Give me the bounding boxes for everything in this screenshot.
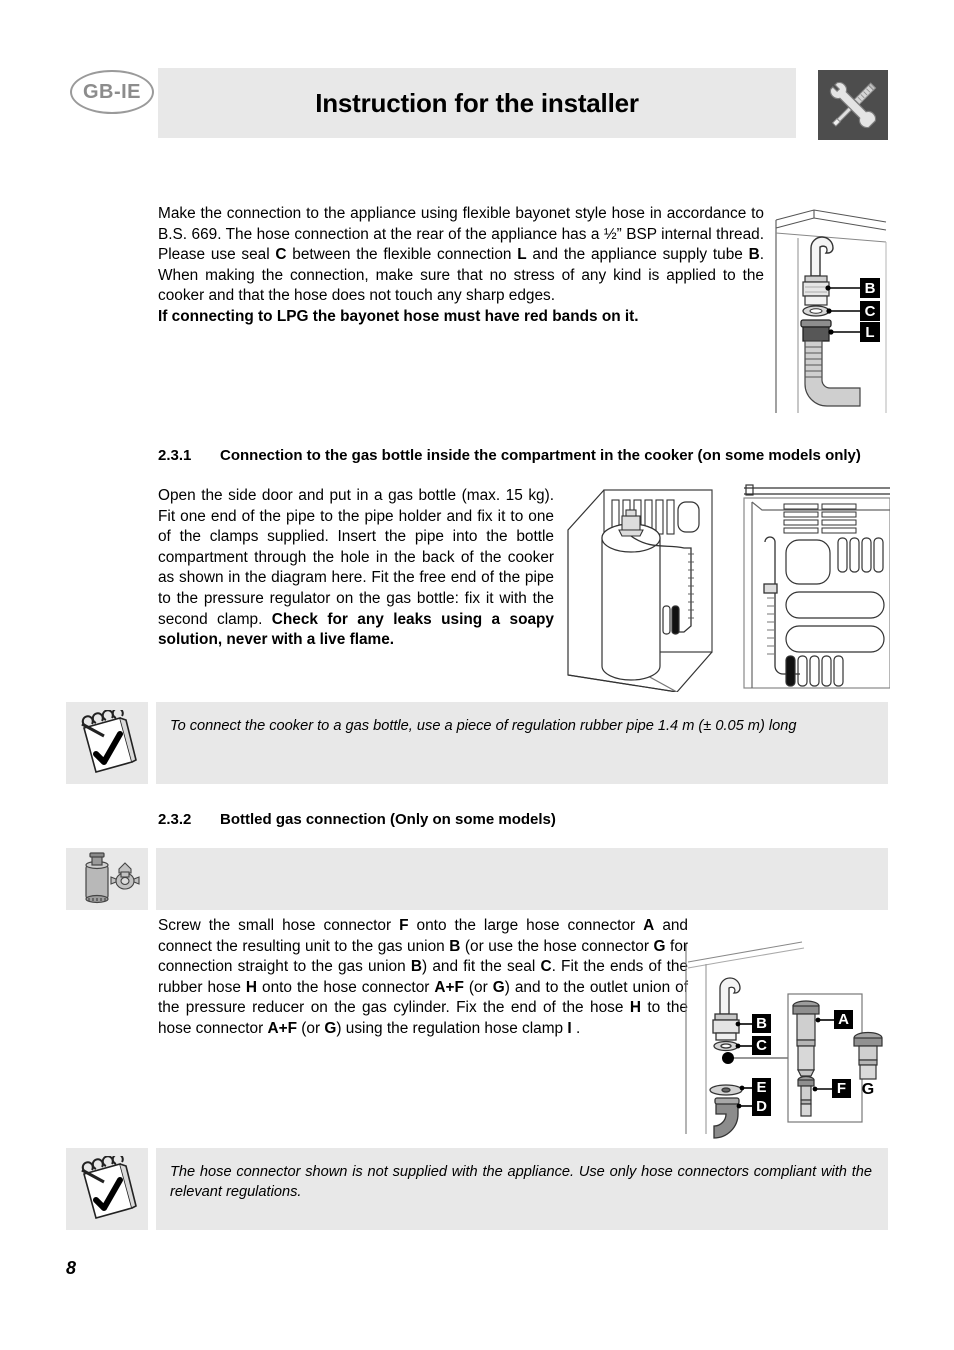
section-heading-232: 2.3.2 Bottled gas connection (Only on so… (158, 810, 718, 830)
page-title: Instruction for the installer (315, 87, 639, 118)
intro-paragraph-block: Make the connection to the appliance usi… (158, 204, 764, 328)
intro-paragraph: Make the connection to the appliance usi… (158, 205, 764, 305)
figure-label-c: C (865, 303, 876, 320)
section-232-paragraph: Screw the small hose connector F onto th… (158, 917, 689, 1037)
section-232-body-block: Screw the small hose connector F onto th… (158, 916, 764, 1040)
section-heading-231: 2.3.1 Connection to the gas bottle insid… (158, 446, 888, 466)
section-231-paragraph: Open the side door and put in a gas bott… (158, 487, 554, 649)
page-number: 8 (66, 1258, 77, 1278)
section-title-231: Connection to the gas bottle inside the … (220, 447, 861, 464)
figure-label-f: F (837, 1080, 846, 1097)
notepad-check-icon (81, 1156, 137, 1219)
notepad-check-icon (81, 710, 137, 773)
figure-label-b: B (865, 280, 876, 297)
figure-label-e: E (756, 1079, 766, 1096)
note-icon-2 (66, 1148, 148, 1230)
section-title-232: Bottled gas connection (Only on some mod… (220, 811, 556, 828)
locale-badge: GB-IE (70, 70, 154, 114)
note-text-2: The hose connector shown is not supplied… (156, 1148, 888, 1230)
section-number-232: 2.3.2 (158, 811, 192, 828)
wrench-screwdriver-icon (818, 70, 888, 140)
figure-label-c2: C (756, 1037, 767, 1054)
figure-label-d: D (756, 1098, 767, 1115)
section-number-231: 2.3.1 (158, 447, 192, 464)
hose-connector-parts-diagram: B C E D A F G (682, 934, 888, 1142)
figure-label-a: A (838, 1011, 849, 1028)
gas-cylinder-regulator-icon (66, 848, 148, 910)
figure-label-b2: B (756, 1015, 767, 1032)
figure-label-l: L (865, 324, 874, 341)
note-text-1: To connect the cooker to a gas bottle, u… (156, 702, 888, 784)
bayonet-hose-connection-diagram: B C L (768, 198, 888, 418)
gas-bottle-in-compartment-diagram (562, 480, 727, 692)
cooker-rear-panel-pipe-diagram (738, 480, 890, 692)
lpg-warning-text: If connecting to LPG the bayonet hose mu… (158, 307, 639, 325)
figure-label-g: G (862, 1081, 874, 1098)
page: GB-IE Instruction for the installer Make… (0, 0, 954, 1350)
section-232-banner (156, 848, 888, 910)
page-header-bar: Instruction for the installer (158, 68, 796, 138)
note-icon-1 (66, 702, 148, 784)
